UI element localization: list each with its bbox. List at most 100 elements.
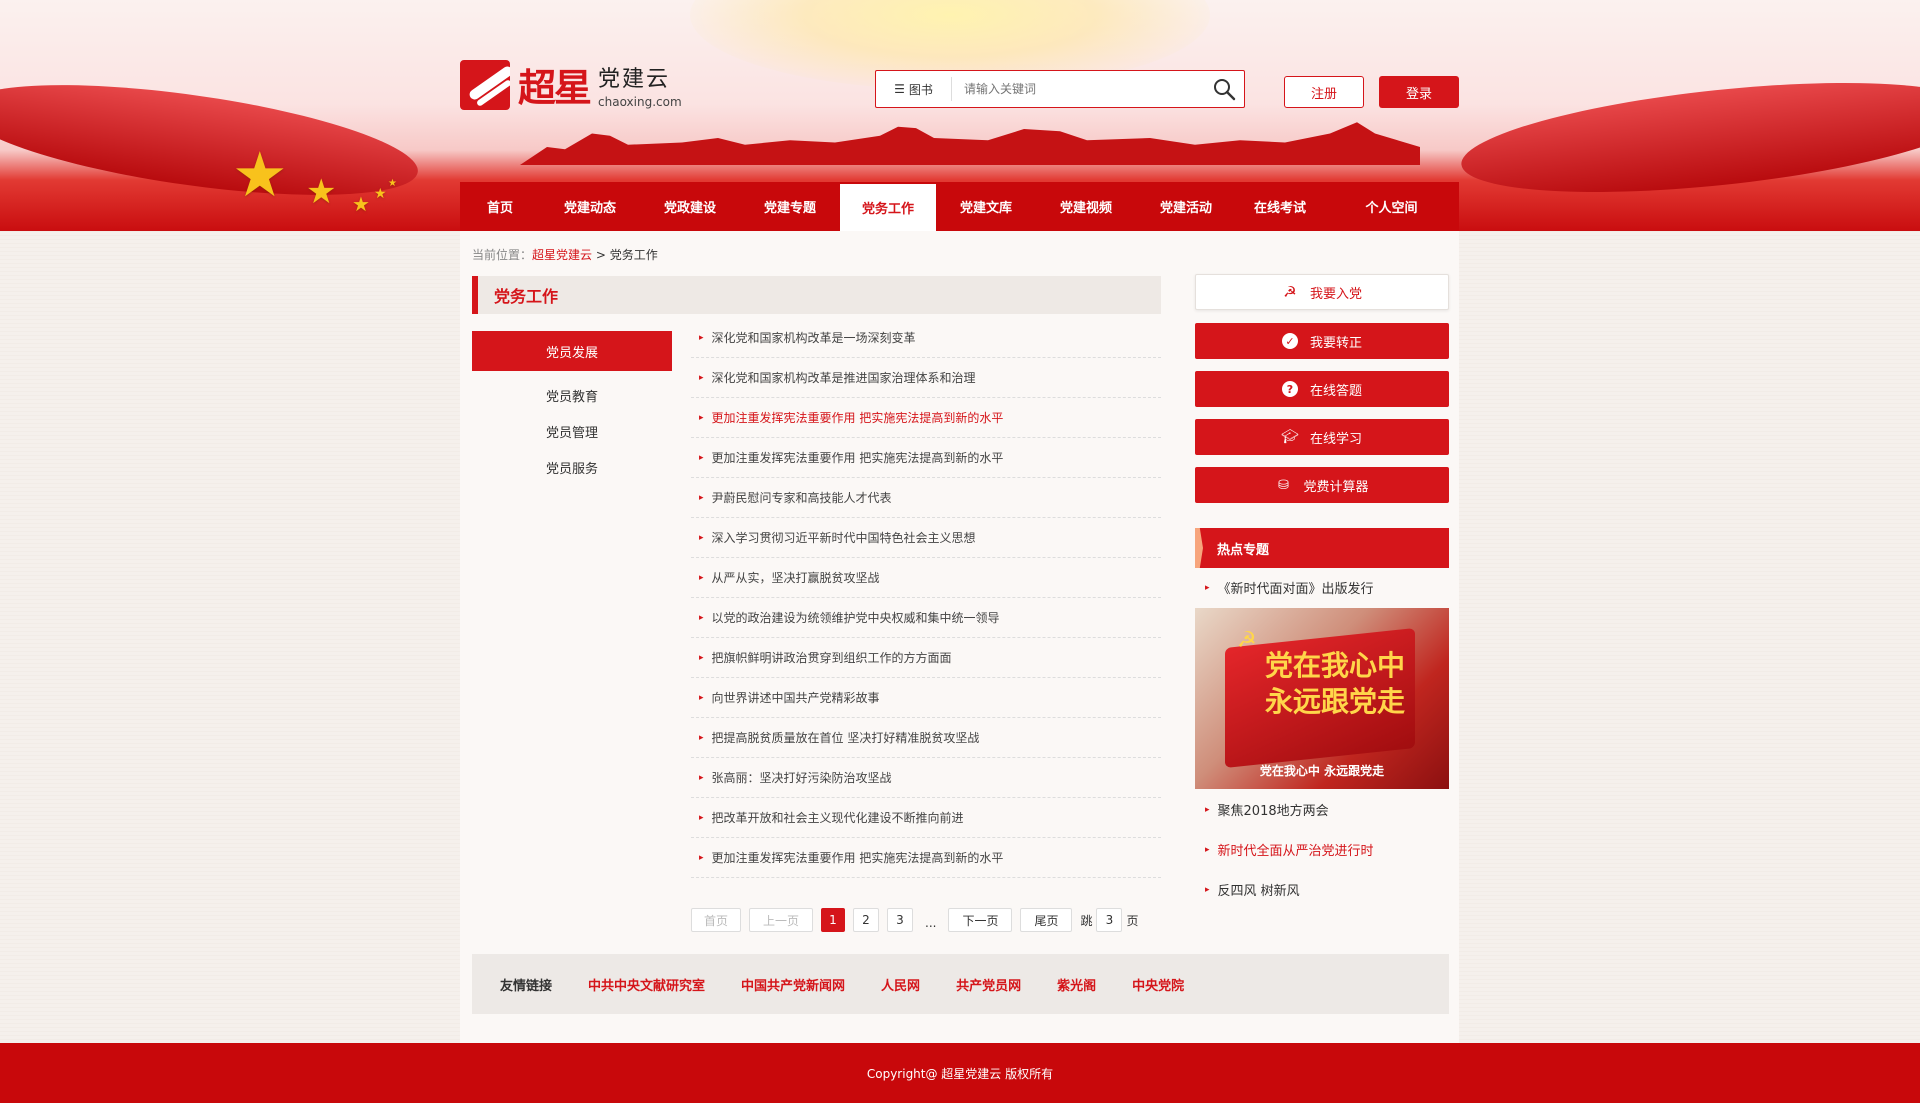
list-item[interactable]: ▸ 以党的政治建设为统领维护党中央权威和集中统一领导: [691, 598, 1161, 638]
breadcrumb-home-link[interactable]: 超星党建云: [532, 248, 592, 262]
article-title: 向世界讲述中国共产党精彩故事: [711, 691, 880, 705]
list-item[interactable]: ▸ 尹蔚民慰问专家和高技能人才代表: [691, 478, 1161, 518]
join-party-button[interactable]: ☭ 我要入党: [1195, 274, 1449, 310]
search-category-label: 图书: [908, 82, 933, 97]
article-title: 更加注重发挥宪法重要作用 把实施宪法提高到新的水平: [711, 411, 1004, 425]
hot-topic-item[interactable]: ▸ 《新时代面对面》出版发行: [1205, 578, 1374, 597]
nav-item-home[interactable]: 首页: [460, 182, 540, 231]
search-box: ☰ 图书: [875, 70, 1245, 108]
hot-topic-item[interactable]: ▸ 新时代全面从严治党进行时: [1205, 840, 1374, 859]
article-title: 把改革开放和社会主义现代化建设不断推向前进: [711, 811, 964, 825]
dues-calculator-button[interactable]: ⛁ 党费计算器: [1195, 467, 1449, 503]
article-title: 深化党和国家机构改革是一场深刻变革: [711, 331, 916, 345]
online-learning-button[interactable]: 🎓︎ 在线学习: [1195, 419, 1449, 455]
nav-item-topics[interactable]: 党建专题: [740, 182, 840, 231]
page-ellipsis: ...: [925, 916, 937, 930]
bullet-icon: ▸: [699, 452, 704, 463]
footer: Copyright@ 超星党建云 版权所有: [0, 1043, 1920, 1103]
search-button[interactable]: [1204, 70, 1244, 108]
star-icon: ★: [374, 186, 387, 202]
friendly-link[interactable]: 共产党员网: [956, 975, 1021, 994]
page-last-button[interactable]: 尾页: [1020, 908, 1073, 932]
question-circle-icon: ?: [1281, 381, 1298, 397]
list-item[interactable]: ▸ 从严从实，坚决打赢脱贫攻坚战: [691, 558, 1161, 598]
list-item[interactable]: ▸ 把旗帜鲜明讲政治贯穿到组织工作的方方面面: [691, 638, 1161, 678]
city-skyline: [520, 122, 1420, 165]
list-item[interactable]: ▸ 把提高脱贫质量放在首位 坚决打好精准脱贫攻坚战: [691, 718, 1161, 758]
main-nav: 首页 党建动态 党政建设 党建专题 党务工作 党建文库 党建视频 党建活动 在线…: [460, 182, 1459, 231]
article-title: 以党的政治建设为统领维护党中央权威和集中统一领导: [711, 611, 1000, 625]
list-item[interactable]: ▸ 更加注重发挥宪法重要作用 把实施宪法提高到新的水平: [691, 838, 1161, 878]
hot-topic-item[interactable]: ▸ 聚焦2018地方两会: [1205, 800, 1329, 819]
nav-item-video[interactable]: 党建视频: [1036, 182, 1136, 231]
friendly-link[interactable]: 中国共产党新闻网: [741, 975, 845, 994]
friendly-link[interactable]: 中共中央文献研究室: [588, 975, 705, 994]
banner-line-2: 永远跟党走: [1265, 685, 1406, 718]
page-unit-label: 页: [1126, 913, 1139, 928]
page-jump-input[interactable]: 3: [1096, 908, 1123, 932]
friendly-link[interactable]: 中央党院: [1132, 975, 1184, 994]
nav-item-library[interactable]: 党建文库: [936, 182, 1036, 231]
breadcrumb-prefix: 当前位置：: [472, 248, 533, 262]
subnav-item-management[interactable]: 党员管理: [472, 413, 672, 449]
list-item[interactable]: ▸ 深化党和国家机构改革是推进国家治理体系和治理: [691, 358, 1161, 398]
list-item[interactable]: ▸ 更加注重发挥宪法重要作用 把实施宪法提高到新的水平: [691, 438, 1161, 478]
bullet-icon: ▸: [699, 852, 704, 863]
search-input[interactable]: [964, 82, 1204, 96]
nav-item-party-affairs[interactable]: 党务工作: [840, 184, 936, 231]
page-number-2[interactable]: 2: [853, 908, 879, 932]
nav-item-personal-space[interactable]: 个人空间: [1324, 182, 1459, 231]
subnav-item-development[interactable]: 党员发展: [472, 331, 672, 371]
star-icon: ★: [388, 178, 397, 189]
page-prev-button[interactable]: 上一页: [749, 908, 813, 932]
become-full-member-label: 我要转正: [1309, 335, 1362, 351]
bullet-icon: ▸: [699, 612, 704, 623]
graduation-cap-icon: 🎓︎: [1281, 429, 1299, 445]
bullet-icon: ▸: [699, 332, 704, 343]
page-number-1[interactable]: 1: [821, 908, 845, 932]
breadcrumb-sep: >: [595, 248, 606, 262]
banner-flag-right: [1456, 63, 1920, 212]
star-icon: ★: [352, 192, 370, 216]
register-button[interactable]: 注册: [1284, 76, 1364, 108]
friendly-links: 友情链接 中共中央文献研究室 中国共产党新闻网 人民网 共产党员网 紫光阁 中央…: [472, 954, 1449, 1014]
nav-item-exam[interactable]: 在线考试: [1236, 182, 1324, 231]
subnav-item-service[interactable]: 党员服务: [472, 449, 672, 485]
site-logo[interactable]: 超星 党建云 chaoxing.com: [460, 57, 682, 112]
online-learning-label: 在线学习: [1309, 431, 1362, 447]
sub-nav: 党员发展 党员教育 党员管理 党员服务: [472, 331, 672, 485]
list-item[interactable]: ▸ 张高丽：坚决打好污染防治攻坚战: [691, 758, 1161, 798]
hot-topic-item[interactable]: ▸ 反四风 树新风: [1205, 880, 1300, 899]
article-title: 把旗帜鲜明讲政治贯穿到组织工作的方方面面: [711, 651, 952, 665]
article-title: 尹蔚民慰问专家和高技能人才代表: [711, 491, 892, 505]
search-category-select[interactable]: ☰ 图书: [876, 77, 952, 101]
hot-topic-banner-image[interactable]: ☭ 党在我心中 永远跟党走 党在我心中 永远跟党走: [1195, 608, 1449, 789]
bullet-icon: ▸: [699, 572, 704, 583]
page-next-button[interactable]: 下一页: [948, 908, 1013, 932]
hot-topic-label: 《新时代面对面》出版发行: [1217, 582, 1374, 597]
nav-item-activities[interactable]: 党建活动: [1136, 182, 1236, 231]
nav-item-news[interactable]: 党建动态: [540, 182, 640, 231]
page-number-3[interactable]: 3: [887, 908, 913, 932]
pagination: 首页 上一页 1 2 3 ... 下一页 尾页 跳 3 页: [691, 908, 1142, 932]
list-item[interactable]: ▸ 向世界讲述中国共产党精彩故事: [691, 678, 1161, 718]
nav-item-politics[interactable]: 党政建设: [640, 182, 740, 231]
list-item[interactable]: ▸ 深化党和国家机构改革是一场深刻变革: [691, 318, 1161, 358]
article-title: 更加注重发挥宪法重要作用 把实施宪法提高到新的水平: [711, 851, 1004, 865]
party-emblem-icon: ☭: [1283, 283, 1297, 301]
become-full-member-button[interactable]: ✓ 我要转正: [1195, 323, 1449, 359]
list-item[interactable]: ▸ 更加注重发挥宪法重要作用 把实施宪法提高到新的水平: [691, 398, 1161, 438]
list-item[interactable]: ▸ 把改革开放和社会主义现代化建设不断推向前进: [691, 798, 1161, 838]
subnav-item-education[interactable]: 党员教育: [472, 377, 672, 413]
online-quiz-button[interactable]: ? 在线答题: [1195, 371, 1449, 407]
site-name: 党建云: [598, 66, 671, 92]
login-button[interactable]: 登录: [1379, 76, 1459, 108]
hot-topic-label: 聚焦2018地方两会: [1217, 804, 1329, 819]
bullet-icon: ▸: [699, 772, 704, 783]
friendly-link[interactable]: 紫光阁: [1057, 975, 1096, 994]
friendly-link[interactable]: 人民网: [881, 975, 920, 994]
list-item[interactable]: ▸ 深入学习贯彻习近平新时代中国特色社会主义思想: [691, 518, 1161, 558]
article-title: 深化党和国家机构改革是推进国家治理体系和治理: [711, 371, 976, 385]
search-icon: [1214, 79, 1236, 101]
page-first-button[interactable]: 首页: [691, 908, 741, 932]
